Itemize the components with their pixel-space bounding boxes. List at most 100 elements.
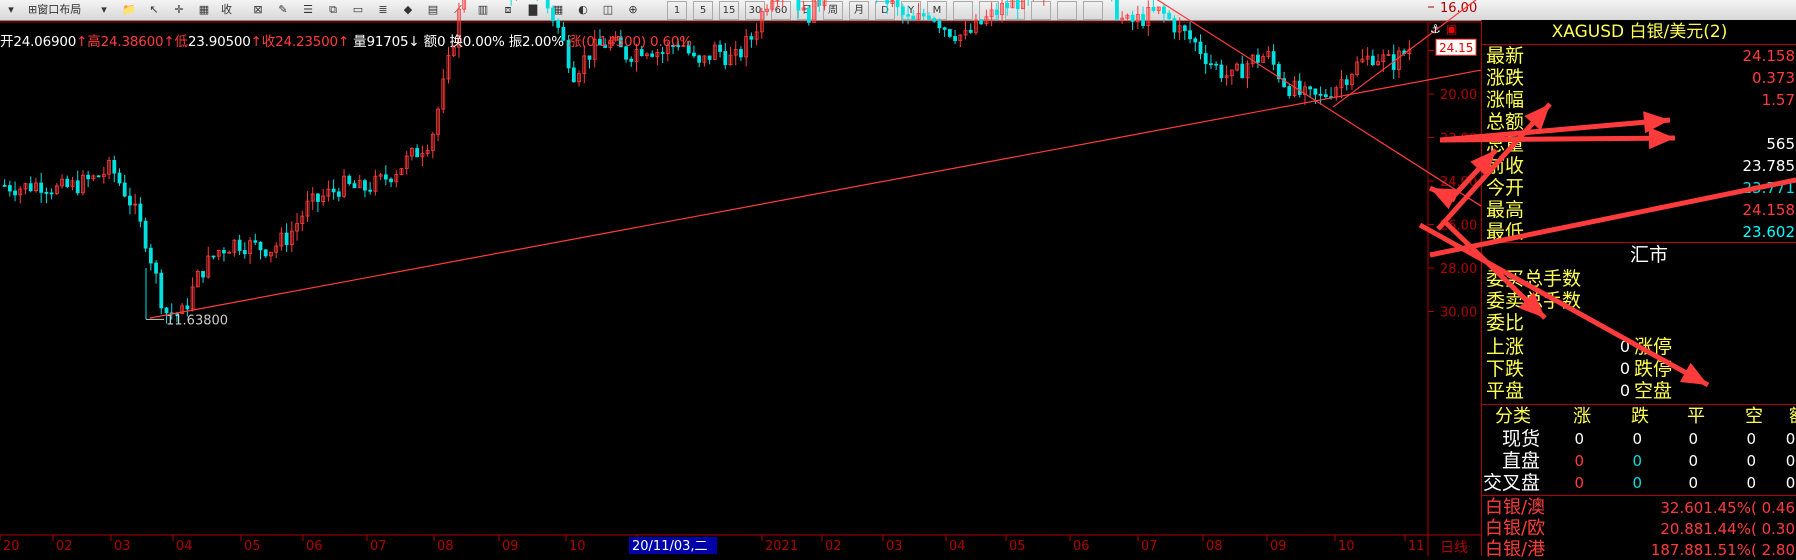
pair-label[interactable]: 白银/欧 — [1485, 519, 1545, 539]
candle-body — [979, 19, 984, 25]
y-tick-label: 28.00 — [1440, 262, 1477, 277]
table-cell: 0 — [1688, 452, 1698, 470]
close-label: 收 — [261, 34, 276, 50]
candle-body — [316, 193, 320, 202]
candle-body — [331, 188, 336, 193]
candle-body — [806, 7, 811, 23]
table-header[interactable]: 分类 — [1482, 406, 1544, 428]
x-tick-label: 02 — [825, 539, 842, 554]
pair-label[interactable]: 白银/港 — [1485, 540, 1545, 560]
stat-value: 0 — [1619, 381, 1630, 400]
table-cell: 0 — [1574, 474, 1584, 492]
low-label: 低 — [174, 34, 189, 50]
candle-body — [932, 18, 937, 22]
candle-body — [39, 182, 44, 193]
candle-body — [571, 67, 576, 83]
candle-body — [237, 239, 242, 251]
order-ratio-label: 委比 — [1486, 312, 1525, 334]
field-label: 总量 — [1486, 133, 1525, 155]
candle-body — [1182, 25, 1187, 32]
candle-body — [723, 51, 728, 66]
table-header[interactable]: 跌 — [1620, 406, 1660, 428]
table-row-label: 现货 — [1501, 428, 1540, 450]
candle-body — [1214, 63, 1219, 66]
table-row-label: 交叉盘 — [1482, 472, 1540, 494]
table-header[interactable]: 平 — [1676, 406, 1716, 428]
turnover-value: 0.00% — [462, 34, 505, 50]
candle-body — [895, 0, 900, 8]
field-label: 最低 — [1486, 221, 1525, 243]
candle-body — [906, 14, 910, 17]
x-tick-label: 08 — [437, 539, 454, 554]
candle-body — [1313, 88, 1318, 95]
pair-label[interactable]: 白银/澳 — [1485, 498, 1545, 518]
candle-body — [994, 9, 999, 16]
candle-body — [1297, 80, 1302, 95]
field-value: 0.373 — [1752, 69, 1795, 87]
field-value: 1.57 — [1761, 91, 1795, 109]
field-value: 23.602 — [1742, 223, 1796, 241]
candle-body — [1162, 6, 1166, 14]
candle-body — [389, 178, 393, 183]
candle-body — [154, 262, 158, 274]
candle-body — [1015, 0, 1020, 10]
table-cell: 0 — [1746, 474, 1756, 492]
candle-body — [587, 55, 592, 60]
table-cell: 0. — [1785, 474, 1796, 492]
candle-body — [749, 36, 754, 40]
candle-body — [692, 52, 696, 57]
pair-value: 32.601.45%( 0.46 — [1660, 499, 1795, 517]
close-value: 24.23500 — [275, 34, 338, 50]
x-tick-label: 07 — [1141, 539, 1158, 554]
volume-label: 量 — [353, 34, 367, 50]
candle-body — [148, 247, 153, 264]
field-label: 最新 — [1486, 45, 1525, 67]
change-label: 涨 — [568, 34, 582, 50]
candle-body — [1308, 86, 1313, 90]
table-header[interactable]: 空 — [1734, 406, 1774, 428]
candle-body — [927, 15, 931, 19]
x-tick-label: 20 — [3, 539, 20, 554]
y-tick-label: 20.00 — [1440, 88, 1477, 103]
candle-body — [1219, 64, 1224, 79]
field-value: 565 — [1766, 135, 1795, 153]
candle-body — [1167, 12, 1172, 19]
amount-label: 额 — [423, 34, 438, 50]
table-cell: 0 — [1688, 430, 1698, 448]
candle-body — [143, 220, 148, 249]
table-header[interactable]: 额 — [1778, 406, 1796, 428]
candle-body — [911, 15, 916, 20]
low-value: 23.90500 — [187, 34, 251, 50]
price-chart[interactable]: 30.0028.0026.0024.0022.0020.0018.0016.00… — [0, 0, 1481, 556]
candle-body — [1209, 63, 1213, 66]
candle-body — [44, 191, 49, 194]
candle-body — [185, 305, 190, 310]
volume-value: 91705 — [366, 34, 409, 50]
candle-body — [937, 20, 942, 29]
table-header[interactable]: 涨 — [1562, 406, 1602, 428]
candle-body — [222, 250, 226, 254]
candle-body — [253, 240, 258, 243]
candle-body — [1172, 18, 1177, 33]
candle-body — [718, 44, 722, 52]
candle-body — [545, 0, 550, 9]
candle-body — [112, 160, 117, 174]
candle-body — [117, 172, 122, 184]
down-arrow-icon: ↓ — [408, 34, 420, 50]
candle-body — [28, 183, 33, 192]
stat-value: 0 — [1619, 337, 1630, 356]
quote-panel: XAGUSD 白银/美元(2) 最新 24.158 涨跌 0.373 涨幅 1.57 总额总… — [1481, 20, 1796, 560]
x-tick-label: 04 — [949, 539, 966, 554]
candle-body — [551, 7, 555, 22]
high-label: 高 — [87, 34, 101, 50]
candle-body — [122, 182, 127, 197]
candle-body — [660, 52, 665, 54]
support-trendline — [149, 69, 1481, 319]
amount-value: 0 — [436, 34, 446, 50]
candle-body — [1141, 14, 1145, 26]
amplitude-value: 2.00% — [522, 34, 564, 50]
candle-body — [65, 178, 70, 187]
table-cell: 0 — [1632, 474, 1642, 492]
change-pct: 0.60% — [650, 34, 692, 50]
stat-label-secondary: 跌停 — [1634, 358, 1673, 380]
